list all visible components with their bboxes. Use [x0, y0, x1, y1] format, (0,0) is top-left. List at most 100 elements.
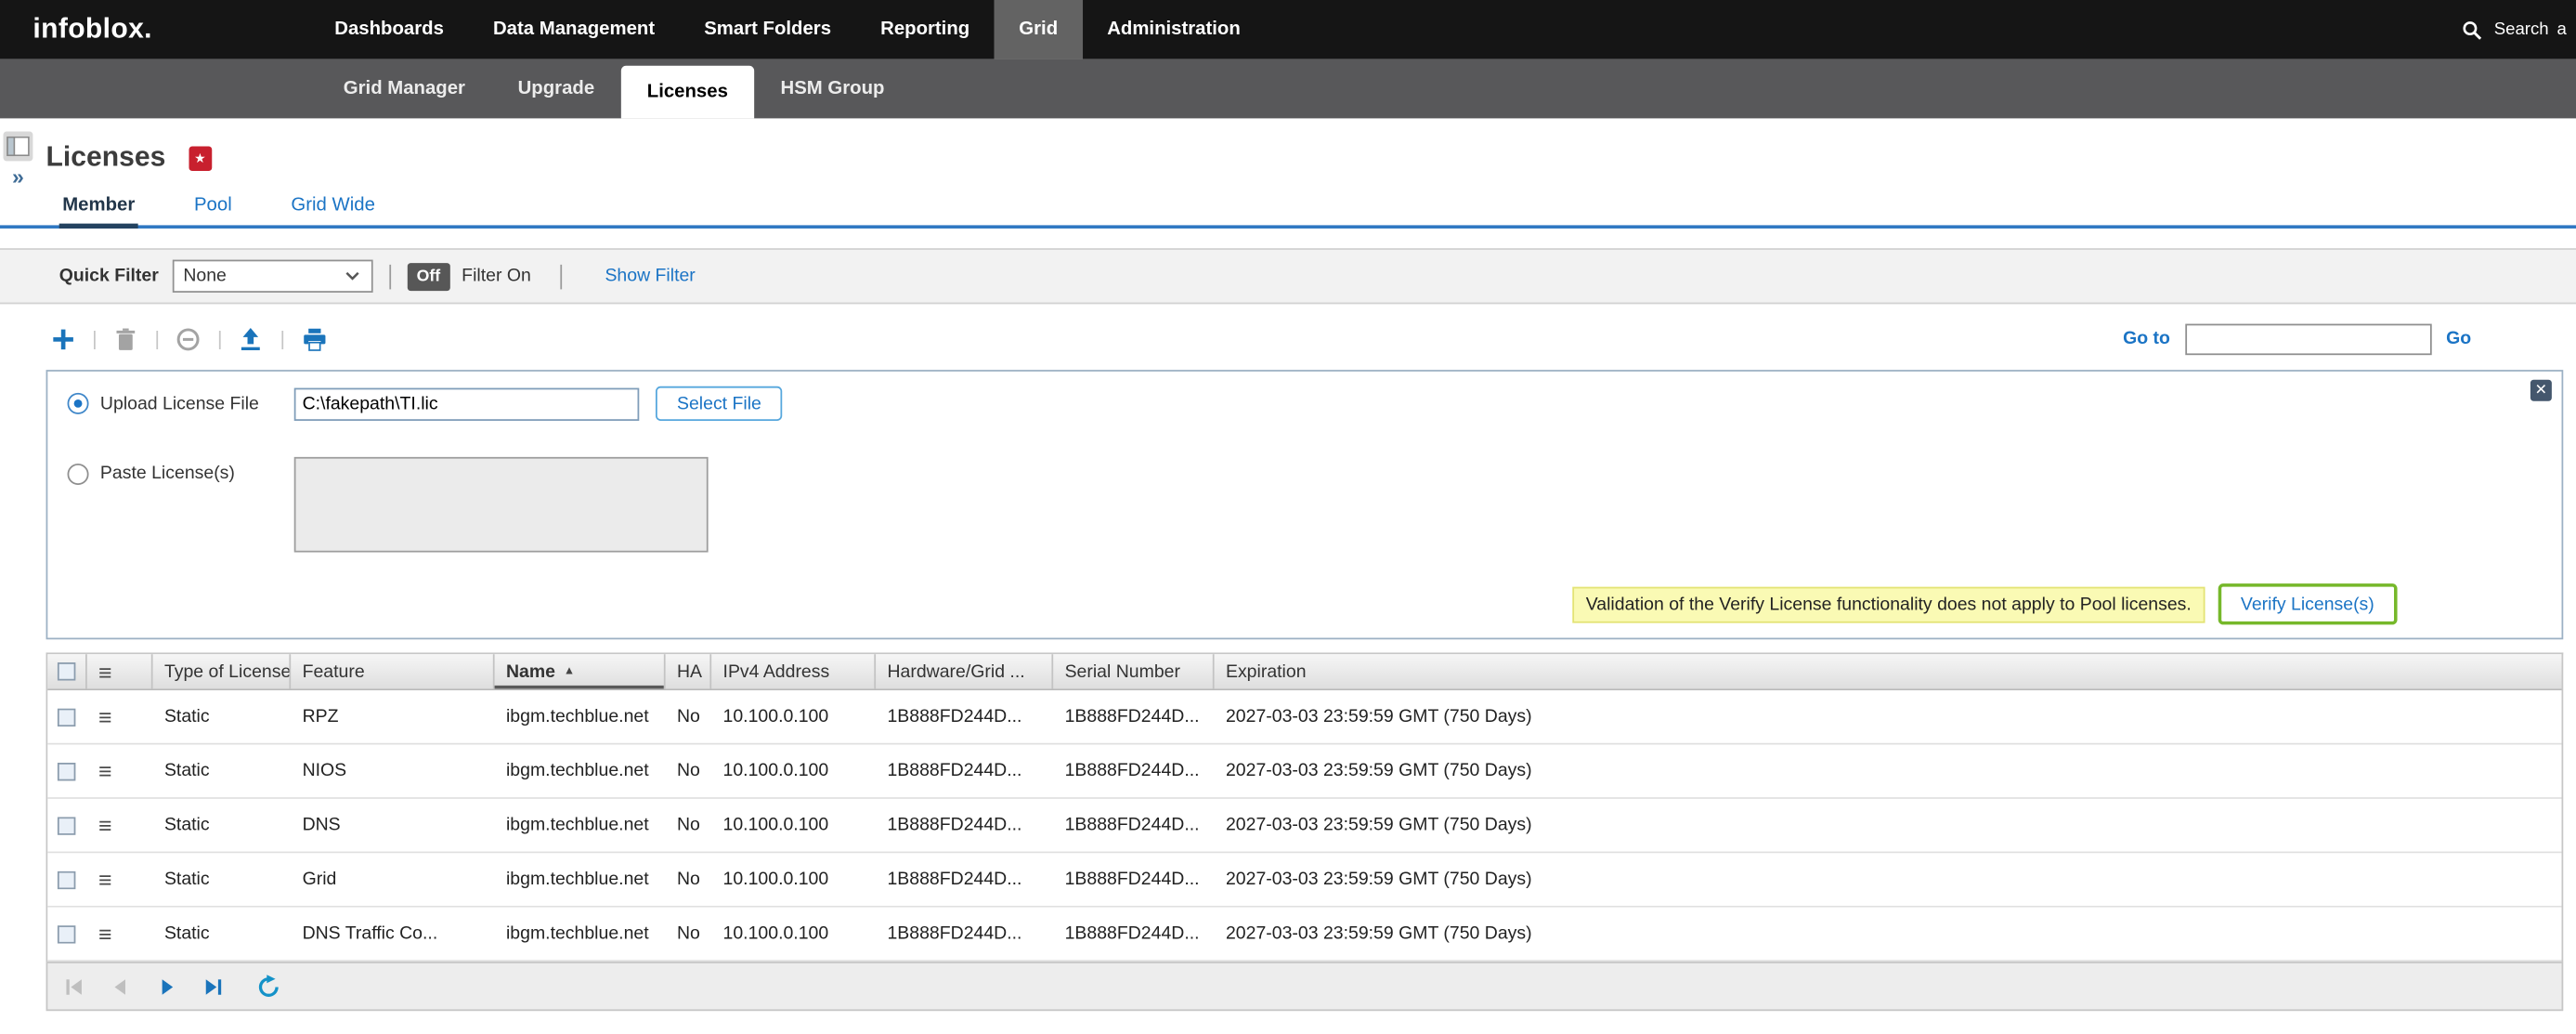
last-page-icon[interactable]	[199, 973, 227, 1001]
row-menu-icon[interactable]: ≡	[98, 703, 111, 729]
close-panel-icon[interactable]: ✕	[2530, 380, 2552, 401]
divider	[561, 264, 563, 289]
paste-license-label: Paste License(s)	[100, 464, 294, 483]
page-title: Licenses	[46, 141, 166, 174]
disable-icon	[175, 324, 202, 352]
nav-data-management[interactable]: Data Management	[468, 0, 679, 59]
divider: |	[155, 327, 161, 350]
user-menu-partial[interactable]: a	[2556, 20, 2566, 39]
cell-hardware: 1B888FD244D...	[876, 761, 1053, 780]
row-checkbox[interactable]	[58, 708, 75, 726]
subnav-grid-manager[interactable]: Grid Manager	[317, 59, 491, 119]
go-button[interactable]: Go	[2446, 329, 2471, 348]
tab-grid-wide[interactable]: Grid Wide	[288, 184, 379, 225]
select-file-button[interactable]: Select File	[656, 386, 783, 421]
table-row[interactable]: ≡ Static NIOS ibgm.techblue.net No 10.10…	[47, 745, 2561, 799]
cell-name: ibgm.techblue.net	[495, 761, 666, 780]
nav-grid[interactable]: Grid	[995, 0, 1083, 59]
table-row[interactable]: ≡ Static DNS ibgm.techblue.net No 10.100…	[47, 799, 2561, 853]
cell-serial: 1B888FD244D...	[1053, 761, 1214, 780]
tab-member[interactable]: Member	[59, 184, 138, 225]
cell-name: ibgm.techblue.net	[495, 816, 666, 835]
col-ipv4-address[interactable]: IPv4 Address	[711, 654, 876, 688]
filter-on-label: Filter On	[462, 267, 531, 286]
verify-note: Validation of the Verify License functio…	[1573, 586, 2205, 622]
table-row[interactable]: ≡ Static RPZ ibgm.techblue.net No 10.100…	[47, 690, 2561, 744]
quick-filter-value: None	[183, 267, 227, 286]
table-row[interactable]: ≡ Static Grid ibgm.techblue.net No 10.10…	[47, 853, 2561, 907]
row-menu-icon[interactable]: ≡	[98, 921, 111, 947]
col-ha[interactable]: HA	[666, 654, 712, 688]
upload-file-label: Upload License File	[100, 394, 294, 413]
brand-logo: infoblox.	[33, 13, 152, 46]
row-menu-icon[interactable]: ≡	[98, 812, 111, 838]
paste-license-radio[interactable]	[68, 464, 89, 485]
subnav-upgrade[interactable]: Upgrade	[491, 59, 620, 119]
col-feature[interactable]: Feature	[291, 654, 494, 688]
table-row[interactable]: ≡ Static DNS Traffic Co... ibgm.techblue…	[47, 908, 2561, 962]
cell-type: Static	[153, 761, 292, 780]
sort-asc-icon: ▲	[564, 666, 575, 677]
tab-pool[interactable]: Pool	[190, 184, 235, 225]
upload-file-radio[interactable]	[68, 393, 89, 414]
next-page-icon[interactable]	[153, 973, 181, 1001]
license-file-input[interactable]	[294, 387, 640, 420]
search-icon[interactable]	[2458, 16, 2486, 44]
cell-name: ibgm.techblue.net	[495, 923, 666, 943]
quick-filter-label: Quick Filter	[59, 267, 159, 286]
cell-ha: No	[666, 870, 712, 889]
cell-name: ibgm.techblue.net	[495, 707, 666, 726]
first-page-icon	[60, 973, 88, 1001]
print-icon[interactable]	[300, 324, 328, 352]
prev-page-icon	[107, 973, 135, 1001]
col-type-of-license[interactable]: Type of License	[153, 654, 292, 688]
divider: |	[280, 327, 285, 350]
col-serial-number[interactable]: Serial Number	[1053, 654, 1214, 688]
quick-filter-bar: Quick Filter None Off Filter On Show Fil…	[0, 248, 2576, 304]
row-checkbox[interactable]	[58, 924, 75, 942]
nav-reporting[interactable]: Reporting	[856, 0, 995, 59]
col-expiration[interactable]: Expiration	[1215, 654, 2562, 688]
verify-licenses-button[interactable]: Verify License(s)	[2218, 583, 2397, 624]
cell-serial: 1B888FD244D...	[1053, 870, 1214, 889]
table-menu-icon[interactable]: ≡	[98, 659, 111, 685]
add-icon[interactable]	[49, 324, 77, 352]
quick-filter-select[interactable]: None	[172, 260, 372, 293]
row-checkbox[interactable]	[58, 762, 75, 779]
upload-license-panel: ✕ Upload License File Select File Paste …	[46, 370, 2564, 639]
cell-feature: DNS	[291, 816, 494, 835]
cell-hardware: 1B888FD244D...	[876, 870, 1053, 889]
row-checkbox[interactable]	[58, 870, 75, 888]
nav-administration[interactable]: Administration	[1083, 0, 1266, 59]
left-panel-expander: »	[4, 132, 33, 188]
toolbar-panel-icon[interactable]	[4, 132, 33, 162]
select-all-checkbox[interactable]	[58, 662, 75, 680]
col-hardware-grid[interactable]: Hardware/Grid ...	[876, 654, 1053, 688]
cell-ha: No	[666, 761, 712, 780]
nav-smart-folders[interactable]: Smart Folders	[680, 0, 856, 59]
show-filter-link[interactable]: Show Filter	[605, 267, 695, 286]
goto-input[interactable]	[2185, 323, 2431, 355]
subnav-licenses[interactable]: Licenses	[620, 66, 754, 119]
paste-license-textarea[interactable]	[294, 457, 709, 553]
top-nav-bar: infoblox. Dashboards Data Management Sma…	[0, 0, 2576, 59]
row-checkbox[interactable]	[58, 817, 75, 834]
topbar-right: Search a	[2458, 16, 2576, 44]
row-menu-icon[interactable]: ≡	[98, 866, 111, 892]
upload-icon[interactable]	[237, 324, 265, 352]
delete-icon	[112, 324, 140, 352]
divider	[389, 264, 391, 289]
col-name[interactable]: Name ▲	[495, 654, 666, 688]
bookmark-icon[interactable]: ★	[189, 146, 212, 171]
licenses-table: ≡ Type of License Feature Name ▲ HA IPv4 …	[46, 652, 2564, 962]
cell-expiration: 2027-03-03 23:59:59 GMT (750 Days)	[1215, 761, 2562, 780]
search-label[interactable]: Search	[2494, 20, 2549, 39]
refresh-icon[interactable]	[254, 973, 282, 1001]
col-name-label: Name	[506, 661, 555, 681]
nav-dashboards[interactable]: Dashboards	[310, 0, 469, 59]
filter-toggle[interactable]: Off	[407, 262, 450, 290]
subnav-hsm-group[interactable]: HSM Group	[754, 59, 911, 119]
row-menu-icon[interactable]: ≡	[98, 758, 111, 784]
expand-chevrons-icon[interactable]: »	[12, 166, 24, 188]
divider: |	[217, 327, 223, 350]
